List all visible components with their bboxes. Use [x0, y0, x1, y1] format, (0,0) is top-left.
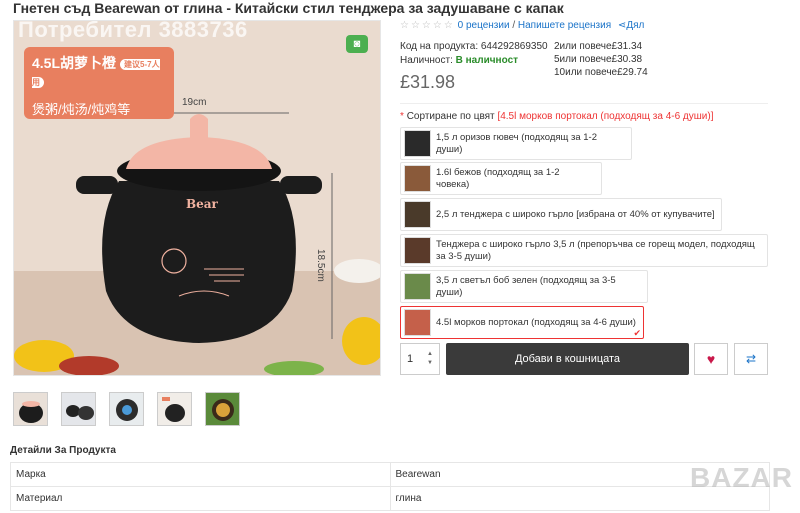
thumbnail-3[interactable] [109, 392, 144, 426]
promo-subtitle: 煲粥/炖汤/炖鸡等 [32, 102, 131, 117]
compare-icon[interactable]: ⇄ [734, 343, 768, 375]
reviews-link[interactable]: 0 рецензии [458, 20, 510, 31]
product-code-label: Код на продукта: [400, 41, 479, 52]
check-icon: ✔ [633, 328, 641, 338]
thumbnail-2[interactable] [61, 392, 96, 426]
promo-title: 4.5L胡萝卜橙 建议5-7人用 [32, 53, 166, 89]
divider [400, 103, 768, 104]
width-label: 19cm [182, 97, 207, 108]
color-option-3[interactable]: 2,5 л тенджера с широко гърло [избрана о… [400, 198, 722, 231]
product-code-row: Код на продукта: 644292869350 [400, 40, 548, 54]
selected-color-text: [4.5l морков портокал (подходящ за 4-6 д… [497, 111, 714, 122]
option-thumbnail [404, 165, 431, 192]
thumbnail-strip [13, 392, 240, 426]
product-price: £31.98 [400, 72, 456, 92]
star-icon[interactable]: ☆☆☆☆☆ [400, 20, 455, 31]
write-review-link[interactable]: Напишете рецензия [518, 20, 611, 31]
option-thumbnail [404, 237, 431, 264]
color-option-1[interactable]: 1,5 л оризов гювеч (подходящ за 1-2 души… [400, 127, 632, 160]
availability-row: Наличност: В наличност [400, 54, 548, 68]
height-label: 18.5cm [315, 249, 326, 282]
main-product-image[interactable]: Потребител 3883736 4.5L胡萝卜橙 建议5-7人用 煲粥/炖汤… [13, 20, 381, 376]
color-sort-title: Сортиране по цвят [406, 111, 495, 122]
availability-label: Наличност: [400, 55, 453, 66]
table-row: Марка Bearewan [10, 462, 770, 487]
color-option-2[interactable]: 1.6l бежов (подходящ за 1-2 човека) [400, 162, 602, 195]
quantity-stepper[interactable]: ▲▼ [400, 343, 440, 375]
details-title: Детайли За Продукта [10, 445, 116, 456]
option-label: 1.6l бежов (подходящ за 1-2 човека) [436, 166, 560, 190]
details-table: Марка Bearewan Материал глина [10, 462, 770, 511]
option-thumbnail [404, 273, 431, 300]
chevron-down-icon[interactable]: ▼ [427, 359, 433, 368]
rating-separator: / [512, 20, 516, 31]
product-code: 644292869350 [480, 41, 548, 52]
required-mark: * [400, 111, 404, 122]
color-option-4[interactable]: Тенджера с широко гърло 3,5 л (препоръчв… [400, 234, 768, 267]
quantity-spinner[interactable]: ▲ ▼ [427, 350, 433, 368]
user-watermark: Потребител 3883736 [18, 20, 248, 42]
thumbnail-1[interactable] [13, 392, 48, 426]
qty-threshold: 2или повече [554, 41, 612, 52]
option-thumbnail [404, 130, 431, 157]
pot-brand-label: Bear [186, 197, 218, 211]
quantity-input[interactable] [401, 353, 427, 365]
option-label: 1,5 л оризов гювеч (подходящ за 1-2 души… [436, 131, 598, 155]
option-thumbnail [404, 309, 431, 336]
qty-price: £29.74 [617, 67, 648, 78]
rating-row: ☆☆☆☆☆ 0 рецензии / Напишете рецензия ⋖Дя… [400, 20, 644, 31]
color-option-5[interactable]: 3,5 л светъл боб зелен (подходящ за 3-5 … [400, 270, 648, 303]
qty-price-row: 10или повече£29.74 [554, 66, 648, 79]
product-info: Код на продукта: 644292869350 Наличност:… [400, 40, 548, 68]
promo-banner: 4.5L胡萝卜橙 建议5-7人用 煲粥/炖汤/炖鸡等 [24, 47, 174, 119]
qty-price: £30.38 [611, 54, 643, 65]
option-label: 2,5 л тенджера с широко гърло [избрана о… [436, 208, 715, 220]
qty-threshold: 5или повече [554, 54, 612, 65]
site-watermark: BAZAR [690, 462, 793, 493]
availability-status: В наличност [455, 55, 519, 66]
option-thumbnail [404, 201, 431, 228]
quantity-discounts: 2или повече£31.34 5или повече£30.38 10ил… [554, 40, 648, 79]
qty-price: £31.34 [611, 41, 643, 52]
detail-key: Марка [10, 462, 391, 487]
chevron-up-icon[interactable]: ▲ [427, 350, 433, 359]
qty-price-row: 5или повече£30.38 [554, 53, 648, 66]
promo-title-text: 4.5L胡萝卜橙 [32, 55, 117, 71]
thumbnail-5[interactable] [205, 392, 240, 426]
option-label: 4.5l морков портокал (подходящ за 4-6 ду… [436, 316, 636, 328]
camera-icon[interactable]: ◙ [346, 35, 368, 53]
qty-price-row: 2или повече£31.34 [554, 40, 648, 53]
color-sort-label: * Сортиране по цвят [4.5l морков портока… [400, 111, 714, 122]
table-row: Материал глина [10, 486, 770, 511]
thumbnail-4[interactable] [157, 392, 192, 426]
qty-threshold: 10или повече [554, 67, 618, 78]
option-label: 3,5 л светъл боб зелен (подходящ за 3-5 … [436, 274, 616, 298]
detail-key: Материал [10, 486, 391, 511]
option-label: Тенджера с широко гърло 3,5 л (препоръчв… [436, 238, 755, 262]
color-option-6[interactable]: 4.5l морков портокал (подходящ за 4-6 ду… [400, 306, 644, 339]
add-to-cart-button[interactable]: Добави в кошницата [446, 343, 689, 375]
heart-icon[interactable]: ♥ [694, 343, 728, 375]
share-link[interactable]: Дял [626, 20, 644, 31]
product-title: Гнетен съд Bearewan от глина - Китайски … [13, 0, 564, 16]
product-page: Гнетен съд Bearewan от глина - Китайски … [0, 0, 800, 513]
